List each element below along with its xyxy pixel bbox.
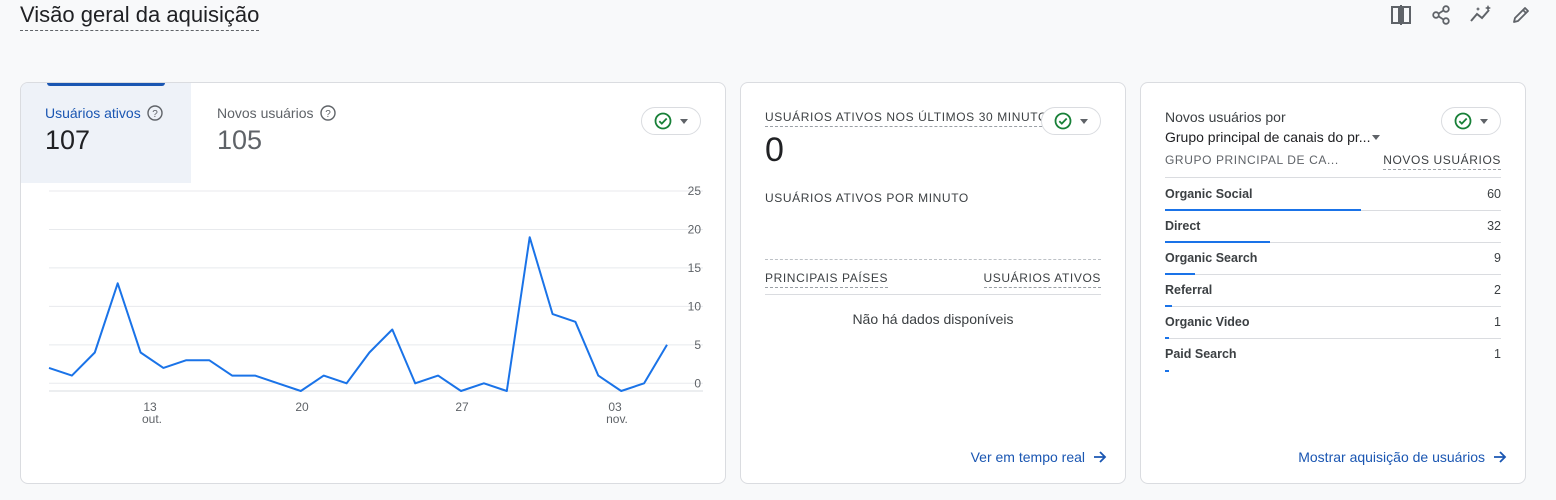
- check-circle-icon: [654, 112, 672, 130]
- check-circle-icon: [1054, 112, 1072, 130]
- table-divider: [765, 294, 1101, 295]
- insights-icon[interactable]: [1468, 2, 1494, 28]
- realtime-card: USUÁRIOS ATIVOS NOS ÚLTIMOS 30 MINUTOS 0…: [740, 82, 1126, 484]
- metric-value: 105: [217, 125, 263, 155]
- compare-dropdown[interactable]: [641, 107, 701, 135]
- channel-value: 1: [1494, 347, 1501, 361]
- table-row[interactable]: Referral 2: [1165, 275, 1501, 307]
- dimension-label: Grupo principal de canais do pr...: [1165, 129, 1371, 145]
- channel-value: 9: [1494, 251, 1501, 265]
- table-row[interactable]: Organic Search 9: [1165, 243, 1501, 275]
- link-label: Mostrar aquisição de usuários: [1298, 449, 1485, 465]
- toolbar: [1388, 2, 1534, 28]
- edit-icon[interactable]: [1508, 2, 1534, 28]
- tab-active-users[interactable]: Usuários ativos ? 107: [21, 83, 191, 183]
- table-row[interactable]: Paid Search 1: [1165, 339, 1501, 372]
- compare-dropdown[interactable]: [1441, 107, 1501, 135]
- realtime-heading: USUÁRIOS ATIVOS NOS ÚLTIMOS 30 MINUTOS: [765, 110, 1057, 127]
- countries-header[interactable]: PRINCIPAIS PAÍSES: [765, 271, 889, 288]
- card-title: Novos usuários por: [1165, 109, 1286, 125]
- channel-group-header[interactable]: GRUPO PRINCIPAL DE CA...: [1165, 153, 1339, 167]
- y-tick-label: 25: [688, 184, 702, 198]
- tab-new-users[interactable]: Novos usuários ? 105: [193, 83, 373, 183]
- per-minute-divider: [765, 259, 1101, 260]
- series-line: [48, 236, 668, 392]
- chevron-down-icon: [1480, 118, 1488, 124]
- channel-name: Organic Search: [1165, 251, 1258, 265]
- active-users-header[interactable]: USUÁRIOS ATIVOS: [983, 271, 1101, 288]
- x-tick-label: 27: [455, 400, 469, 414]
- x-tick-month: out.: [142, 412, 162, 423]
- channel-value: 2: [1494, 283, 1501, 297]
- svg-text:?: ?: [152, 109, 158, 120]
- chevron-down-icon: [1372, 134, 1381, 140]
- share-icon[interactable]: [1428, 2, 1454, 28]
- x-tick-month: nov.: [606, 412, 628, 423]
- active-users-card: Usuários ativos ? 107 Novos usuários ? 1…: [20, 82, 726, 484]
- arrow-right-icon: [1094, 451, 1107, 463]
- tab-label: Usuários ativos: [45, 105, 141, 121]
- table-row[interactable]: Organic Video 1: [1165, 307, 1501, 339]
- link-label: Ver em tempo real: [970, 449, 1085, 465]
- y-tick-label: 5: [694, 338, 701, 352]
- help-icon[interactable]: ?: [147, 105, 163, 121]
- dimension-selector[interactable]: Grupo principal de canais do pr...: [1165, 129, 1381, 145]
- chevron-down-icon: [1080, 118, 1088, 124]
- compare-dropdown[interactable]: [1041, 107, 1101, 135]
- table-row[interactable]: Direct 32: [1165, 211, 1501, 243]
- realtime-value: 0: [765, 131, 784, 169]
- svg-text:?: ?: [325, 109, 331, 120]
- table-row[interactable]: Organic Social 60: [1165, 179, 1501, 211]
- table-divider: [1165, 177, 1501, 178]
- y-tick-label: 10: [688, 299, 702, 313]
- new-users-by-channel-card: Novos usuários por Grupo principal de ca…: [1140, 82, 1526, 484]
- active-users-line-chart: 252015105013out.20 27 03nov.: [48, 184, 703, 423]
- channel-name: Paid Search: [1165, 347, 1237, 361]
- y-tick-label: 0: [694, 376, 701, 390]
- channel-name: Organic Video: [1165, 315, 1250, 329]
- channel-value: 60: [1487, 187, 1501, 201]
- channel-name: Direct: [1165, 219, 1201, 233]
- help-icon[interactable]: ?: [319, 105, 336, 121]
- channel-name: Organic Social: [1165, 187, 1253, 201]
- view-realtime-link[interactable]: Ver em tempo real: [971, 449, 1107, 465]
- page-title: Visão geral da aquisição: [20, 2, 260, 31]
- per-minute-heading: USUÁRIOS ATIVOS POR MINUTO: [765, 191, 969, 205]
- y-tick-label: 20: [688, 222, 702, 236]
- metric-value: 107: [45, 125, 91, 155]
- no-data-text: Não há dados disponíveis: [852, 311, 1014, 327]
- new-users-header[interactable]: NOVOS USUÁRIOS: [1383, 153, 1501, 170]
- channel-value: 1: [1494, 315, 1501, 329]
- tab-label: Novos usuários: [217, 105, 314, 121]
- check-circle-icon: [1454, 112, 1472, 130]
- chevron-down-icon: [680, 118, 688, 124]
- share-bar: [1165, 370, 1169, 372]
- channel-value: 32: [1487, 219, 1501, 233]
- y-tick-label: 15: [688, 261, 702, 275]
- compare-icon[interactable]: [1388, 2, 1414, 28]
- x-tick-label: 20: [295, 400, 309, 414]
- show-acquisition-link[interactable]: Mostrar aquisição de usuários: [1298, 449, 1507, 465]
- channel-name: Referral: [1165, 283, 1213, 297]
- arrow-right-icon: [1494, 451, 1507, 463]
